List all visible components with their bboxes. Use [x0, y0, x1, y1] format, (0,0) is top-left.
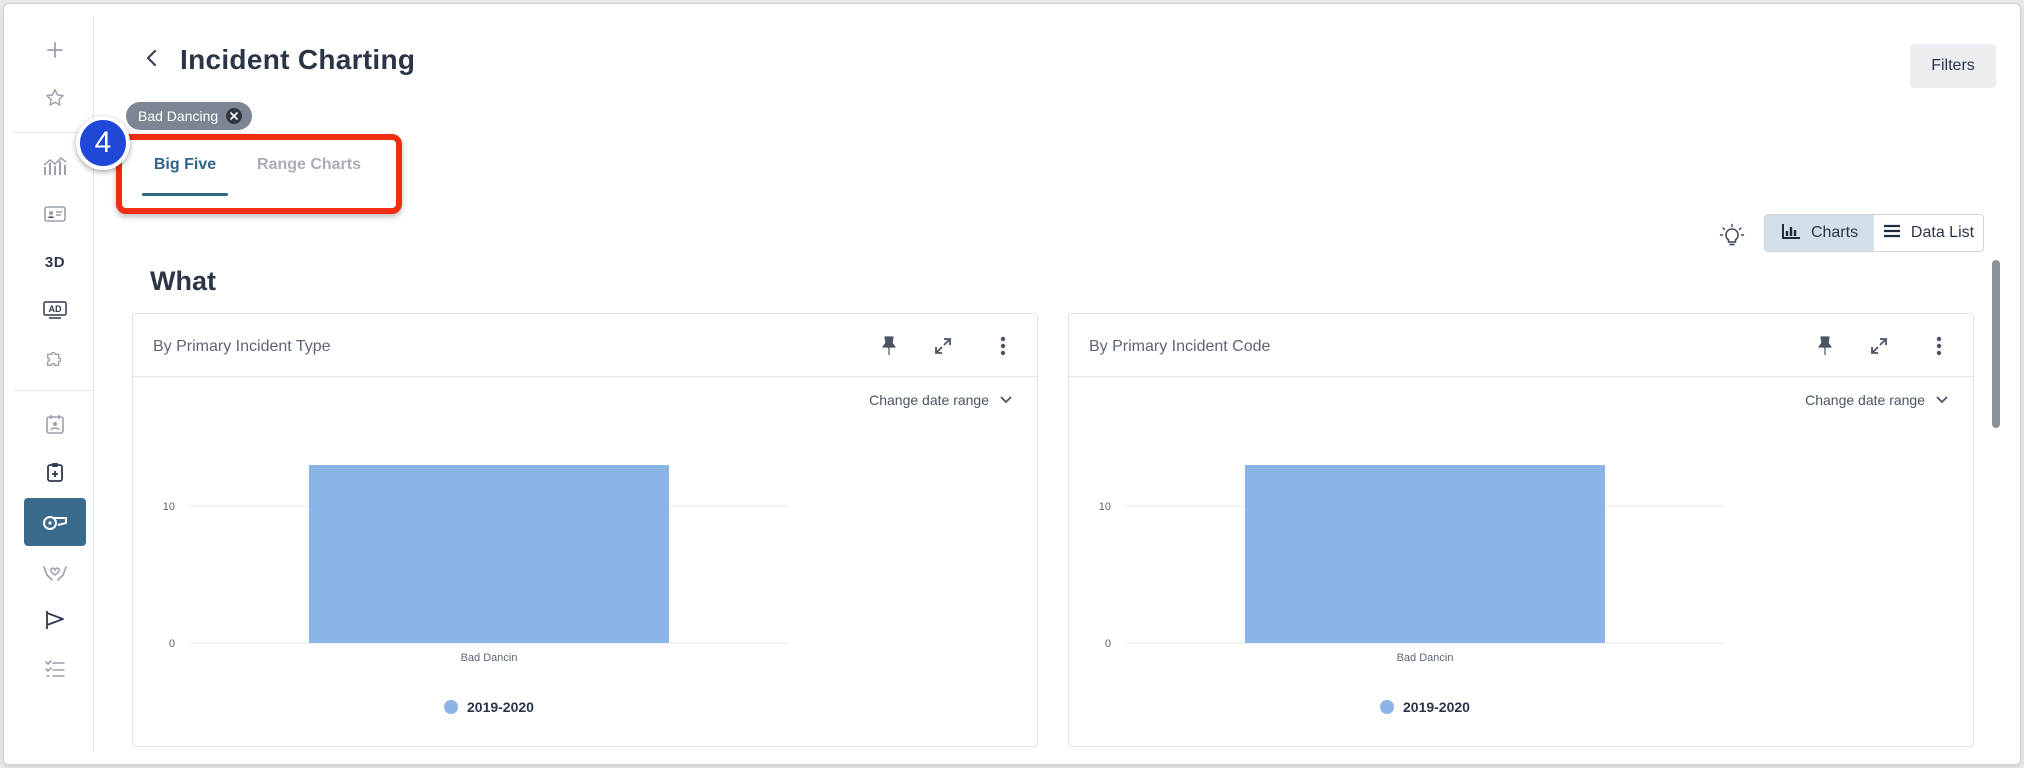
- view-toggle: Charts Data List: [1764, 214, 1984, 252]
- charts-view-button[interactable]: Charts: [1765, 215, 1874, 251]
- charts-view-label: Charts: [1810, 224, 1859, 241]
- flag-icon: [43, 609, 67, 631]
- ad-badge-icon: AD: [43, 301, 67, 319]
- sidebar-item-add[interactable]: [24, 28, 86, 72]
- star-icon: [44, 87, 66, 109]
- legend-marker: [1380, 700, 1394, 714]
- calendar-person-icon: [45, 413, 65, 435]
- y-tick-label: 10: [1099, 501, 1111, 513]
- legend-label: 2019-2020: [1403, 699, 1470, 715]
- filter-chip-label: Bad Dancing: [138, 108, 219, 124]
- main-content: Incident Charting Filters Bad Dancing Bi…: [76, 4, 2020, 764]
- sidebar-item-id-card[interactable]: [24, 192, 86, 236]
- step-number: 4: [94, 126, 112, 159]
- checklist-icon: [44, 658, 66, 678]
- more-options-icon[interactable]: [1927, 334, 1951, 358]
- filter-chip: Bad Dancing: [126, 102, 253, 130]
- y-tick-label: 0: [1105, 638, 1111, 650]
- card-header: By Primary Incident Type: [133, 314, 1037, 377]
- list-icon: [1883, 224, 1901, 243]
- sidebar-item-clipboard[interactable]: [24, 450, 86, 494]
- sidebar-item-flag[interactable]: [24, 598, 86, 642]
- section-title: What: [150, 266, 216, 296]
- sidebar-item-ad[interactable]: AD: [24, 288, 86, 332]
- close-icon[interactable]: [226, 108, 243, 124]
- chart-card: By Primary Incident Type Change date ran…: [132, 313, 1038, 747]
- y-tick-label: 0: [169, 638, 175, 650]
- tab-label: Range Charts: [256, 156, 362, 173]
- pin-icon[interactable]: [1813, 334, 1837, 358]
- tab-active-underline: [142, 193, 228, 196]
- sidebar-item-incidents[interactable]: [24, 498, 86, 546]
- legend-marker: [444, 700, 458, 714]
- expand-icon[interactable]: [1867, 334, 1891, 358]
- tab-range-charts[interactable]: Range Charts: [256, 156, 362, 196]
- sidebar-item-3d[interactable]: 3D: [24, 240, 86, 284]
- analytics-icon: [42, 155, 68, 177]
- hands-heart-icon: [42, 561, 68, 583]
- sidebar-item-3d-label: 3D: [44, 253, 66, 271]
- whistle-icon: [41, 511, 69, 533]
- plus-icon: [46, 41, 64, 59]
- chevron-left-icon: [145, 49, 159, 72]
- bar: [1245, 465, 1605, 643]
- sidebar-item-puzzle[interactable]: [24, 336, 86, 380]
- x-tick-label: Bad Dancin: [1397, 652, 1454, 664]
- sidebar-divider: [14, 390, 94, 391]
- sidebar-item-calendar[interactable]: [24, 402, 86, 446]
- step-badge: 4: [76, 116, 130, 170]
- lightbulb-icon[interactable]: [1718, 222, 1746, 250]
- more-options-icon[interactable]: [991, 334, 1015, 358]
- bar: [309, 465, 669, 643]
- data-list-view-label: Data List: [1910, 224, 1975, 241]
- bar-chart: 0 10 Bad Dancin 2019-2020: [163, 465, 789, 715]
- app-window: 3D AD Incident Charting Filters Bad Danc…: [3, 3, 2021, 765]
- clipboard-icon: [46, 461, 64, 483]
- bar-chart-icon: [1781, 223, 1801, 244]
- bar-chart: 0 10 Bad Dancin 2019-2020: [1099, 465, 1725, 715]
- sidebar-item-checklist[interactable]: [24, 646, 86, 690]
- y-tick-label: 10: [163, 501, 175, 513]
- puzzle-icon: [44, 347, 66, 369]
- tab-big-five[interactable]: Big Five: [142, 156, 228, 196]
- pin-icon[interactable]: [877, 334, 901, 358]
- filters-button[interactable]: Filters: [1910, 44, 1996, 88]
- x-tick-label: Bad Dancin: [461, 652, 518, 664]
- tab-label: Big Five: [153, 156, 217, 173]
- id-card-icon: [44, 205, 66, 223]
- data-list-view-button[interactable]: Data List: [1874, 215, 1983, 251]
- scrollbar[interactable]: [1992, 260, 2000, 428]
- card-title: By Primary Incident Type: [153, 338, 331, 355]
- sidebar-item-favorites[interactable]: [24, 76, 86, 120]
- sidebar-item-care[interactable]: [24, 550, 86, 594]
- card-title: By Primary Incident Code: [1089, 338, 1271, 355]
- expand-icon[interactable]: [931, 334, 955, 358]
- svg-text:AD: AD: [49, 304, 62, 314]
- page-title: Incident Charting: [180, 44, 416, 75]
- back-button[interactable]: [140, 48, 164, 72]
- card-header: By Primary Incident Code: [1069, 314, 1973, 377]
- legend-label: 2019-2020: [467, 699, 534, 715]
- chart-card: By Primary Incident Code Change date ran…: [1068, 313, 1974, 747]
